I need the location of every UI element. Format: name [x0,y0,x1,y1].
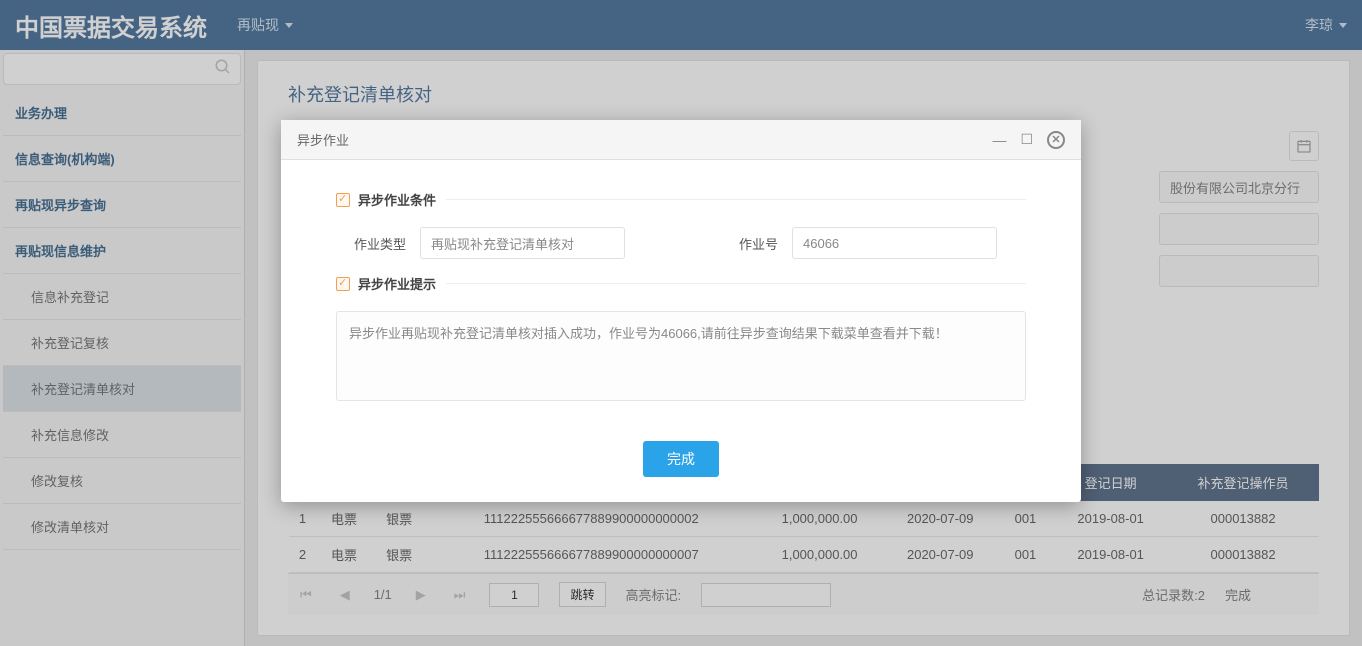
message-textarea: 异步作业再贴现补充登记清单核对插入成功，作业号为46066,请前往异步查询结果下… [336,311,1026,401]
job-type-label: 作业类型 [336,234,406,253]
check-icon [336,277,350,291]
job-no-label: 作业号 [708,234,778,253]
section-conditions: 异步作业条件 [336,190,1026,209]
done-button[interactable]: 完成 [643,441,719,477]
section-tips: 异步作业提示 [336,274,1026,293]
modal-controls: — ☐ ✕ [992,131,1065,149]
modal-title: 异步作业 [297,130,349,149]
job-no-field[interactable]: 46066 [792,227,997,259]
close-icon[interactable]: ✕ [1047,131,1065,149]
job-type-field[interactable]: 再贴现补充登记清单核对 [420,227,625,259]
modal-header: 异步作业 — ☐ ✕ [281,120,1081,160]
section-tips-label: 异步作业提示 [358,274,436,293]
modal-footer: 完成 [281,426,1081,502]
minimize-icon[interactable]: — [992,132,1006,148]
section-conditions-label: 异步作业条件 [358,190,436,209]
modal-body: 异步作业条件 作业类型 再贴现补充登记清单核对 作业号 46066 异步作业提示… [281,160,1081,426]
async-job-modal: 异步作业 — ☐ ✕ 异步作业条件 作业类型 再贴现补充登记清单核对 作业号 4… [281,120,1081,502]
form-row: 作业类型 再贴现补充登记清单核对 作业号 46066 [336,227,1026,259]
check-icon [336,193,350,207]
maximize-icon[interactable]: ☐ [1020,131,1033,148]
